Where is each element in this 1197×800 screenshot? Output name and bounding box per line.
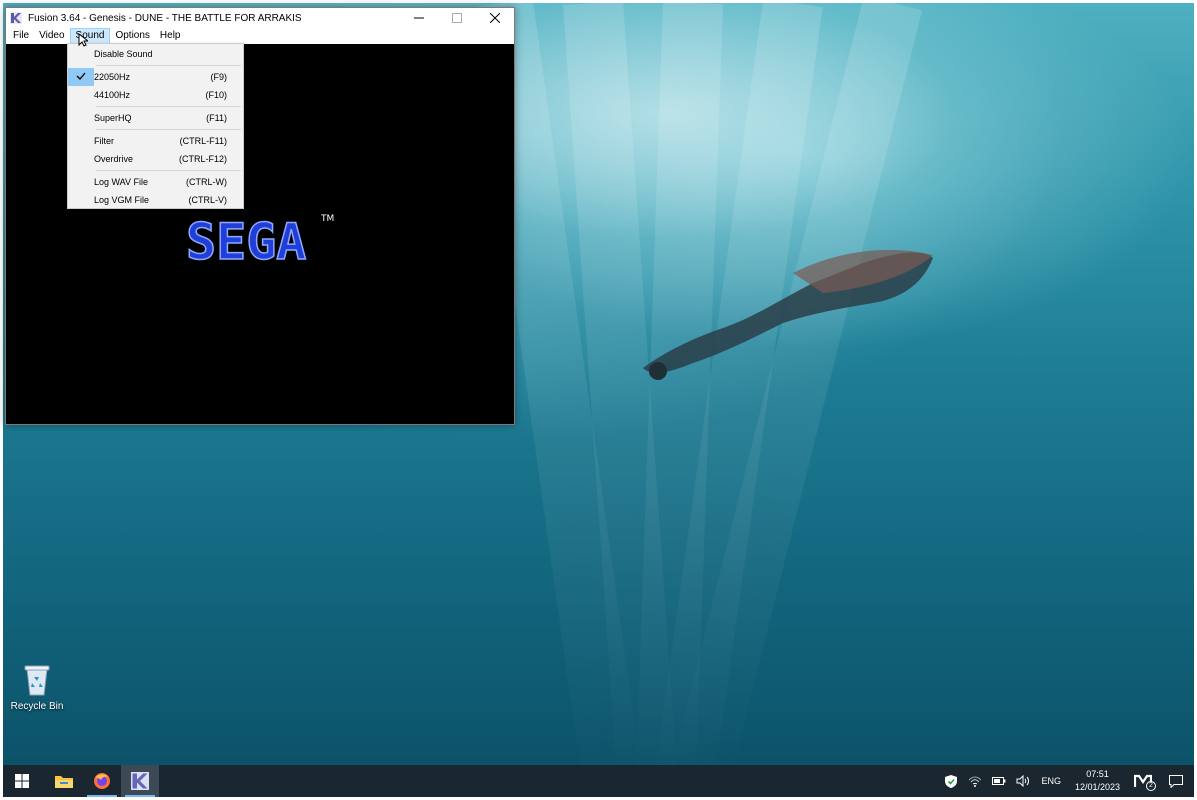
running-indicator: [125, 795, 155, 797]
mouse-cursor-icon: [78, 33, 88, 47]
clock[interactable]: 07:51 12/01/2023: [1067, 768, 1128, 794]
trademark-text: TM: [320, 214, 334, 224]
menu-file[interactable]: File: [8, 28, 34, 44]
start-icon: [15, 774, 29, 788]
title-bar[interactable]: Fusion 3.64 - Genesis - DUNE - THE BATTL…: [6, 8, 514, 28]
wifi-icon: [969, 776, 982, 787]
diver-image: [643, 249, 933, 380]
fusion-icon: [131, 772, 149, 790]
window-title: Fusion 3.64 - Genesis - DUNE - THE BATTL…: [28, 12, 302, 24]
menu-item-check: [68, 109, 94, 127]
firefox-icon: [94, 773, 110, 789]
battery-tray-button[interactable]: [987, 765, 1011, 797]
menu-item-check: [68, 132, 94, 150]
notification-badge: 2: [1146, 781, 1156, 791]
menu-item-label: Log VGM File: [94, 195, 150, 205]
taskbar: ENG 07:51 12/01/2023 2: [3, 765, 1194, 797]
menu-item-superhq[interactable]: SuperHQ (F11): [68, 109, 243, 127]
menu-item-shortcut: (CTRL-V): [188, 195, 228, 205]
file-explorer-icon: [55, 776, 73, 788]
menu-item-label: Overdrive: [94, 154, 134, 164]
taskbar-fusion[interactable]: [121, 765, 159, 797]
menu-item-disable-sound[interactable]: Disable Sound: [68, 45, 243, 63]
running-indicator: [87, 795, 117, 797]
minimize-icon: [414, 17, 424, 19]
sega-logo: SEGA TM: [185, 212, 334, 269]
menu-item-shortcut: [173, 45, 243, 63]
app-tray-button[interactable]: 2: [1128, 765, 1158, 797]
checkmark-icon: [68, 68, 94, 86]
sega-logo-text: SEGA: [186, 213, 306, 269]
menu-item-shortcut: (F11): [206, 113, 227, 123]
close-button[interactable]: [476, 8, 514, 28]
menu-item-check: [68, 86, 94, 104]
menu-separator: [96, 129, 241, 130]
maximize-button[interactable]: [438, 8, 476, 28]
clock-date: 12/01/2023: [1074, 782, 1120, 792]
menu-item-log-vgm[interactable]: Log VGM File (CTRL-V): [68, 191, 243, 209]
close-icon: [490, 13, 500, 23]
menu-item-label: SuperHQ: [94, 113, 132, 123]
sound-dropdown-menu: Disable Sound 22050Hz (F9) 44100Hz (F10)…: [67, 43, 244, 209]
system-tray: ENG 07:51 12/01/2023 2: [939, 765, 1194, 797]
menu-options[interactable]: Options: [110, 28, 154, 44]
clock-time: 07:51: [1086, 769, 1109, 779]
recycle-bin-icon: [24, 665, 50, 696]
menu-sound[interactable]: Sound: [69, 28, 111, 44]
menu-item-shortcut: (F10): [205, 90, 227, 100]
menu-item-label: 22050Hz: [94, 72, 131, 82]
menu-item-log-wav[interactable]: Log WAV File (CTRL-W): [68, 173, 243, 191]
menu-video[interactable]: Video: [34, 28, 69, 44]
volume-tray-button[interactable]: [1011, 765, 1035, 797]
battery-icon: [992, 777, 1006, 785]
shield-icon: [945, 774, 958, 788]
menu-item-filter[interactable]: Filter (CTRL-F11): [68, 132, 243, 150]
menu-help[interactable]: Help: [155, 28, 186, 44]
minimize-button[interactable]: [400, 8, 438, 28]
wifi-tray-button[interactable]: [963, 765, 987, 797]
fusion-app-icon: [10, 12, 22, 24]
menu-item-label: Log WAV File: [94, 177, 149, 187]
menu-item-44100hz[interactable]: 44100Hz (F10): [68, 86, 243, 104]
speaker-icon: [1016, 775, 1030, 787]
notification-icon: [1169, 774, 1183, 788]
start-button[interactable]: [3, 765, 41, 797]
menu-item-22050hz[interactable]: 22050Hz (F9): [68, 68, 243, 86]
menu-item-shortcut: (F9): [210, 72, 228, 82]
menu-item-shortcut: (CTRL-F12): [178, 154, 227, 164]
menu-separator: [96, 65, 241, 66]
recycle-bin[interactable]: Recycle Bin: [9, 663, 65, 712]
maximize-icon: [452, 13, 462, 23]
security-tray-button[interactable]: [939, 765, 963, 797]
language-indicator[interactable]: ENG: [1035, 776, 1067, 786]
menu-item-label: Disable Sound: [94, 49, 153, 59]
menu-item-overdrive[interactable]: Overdrive (CTRL-F12): [68, 150, 243, 168]
menu-separator: [96, 170, 241, 171]
menu-item-label: 44100Hz: [94, 90, 131, 100]
taskbar-firefox[interactable]: [83, 765, 121, 797]
action-center-button[interactable]: [1158, 765, 1194, 797]
menu-item-check: [68, 191, 94, 209]
menu-separator: [96, 106, 241, 107]
menu-item-shortcut: (CTRL-F11): [179, 136, 227, 146]
taskbar-file-explorer[interactable]: [45, 765, 83, 797]
menu-item-check: [68, 45, 94, 63]
menu-item-label: Filter: [94, 136, 114, 146]
menu-item-check: [68, 150, 94, 168]
menu-item-check: [68, 173, 94, 191]
recycle-bin-label: Recycle Bin: [10, 701, 64, 712]
menu-item-shortcut: (CTRL-W): [186, 177, 227, 187]
